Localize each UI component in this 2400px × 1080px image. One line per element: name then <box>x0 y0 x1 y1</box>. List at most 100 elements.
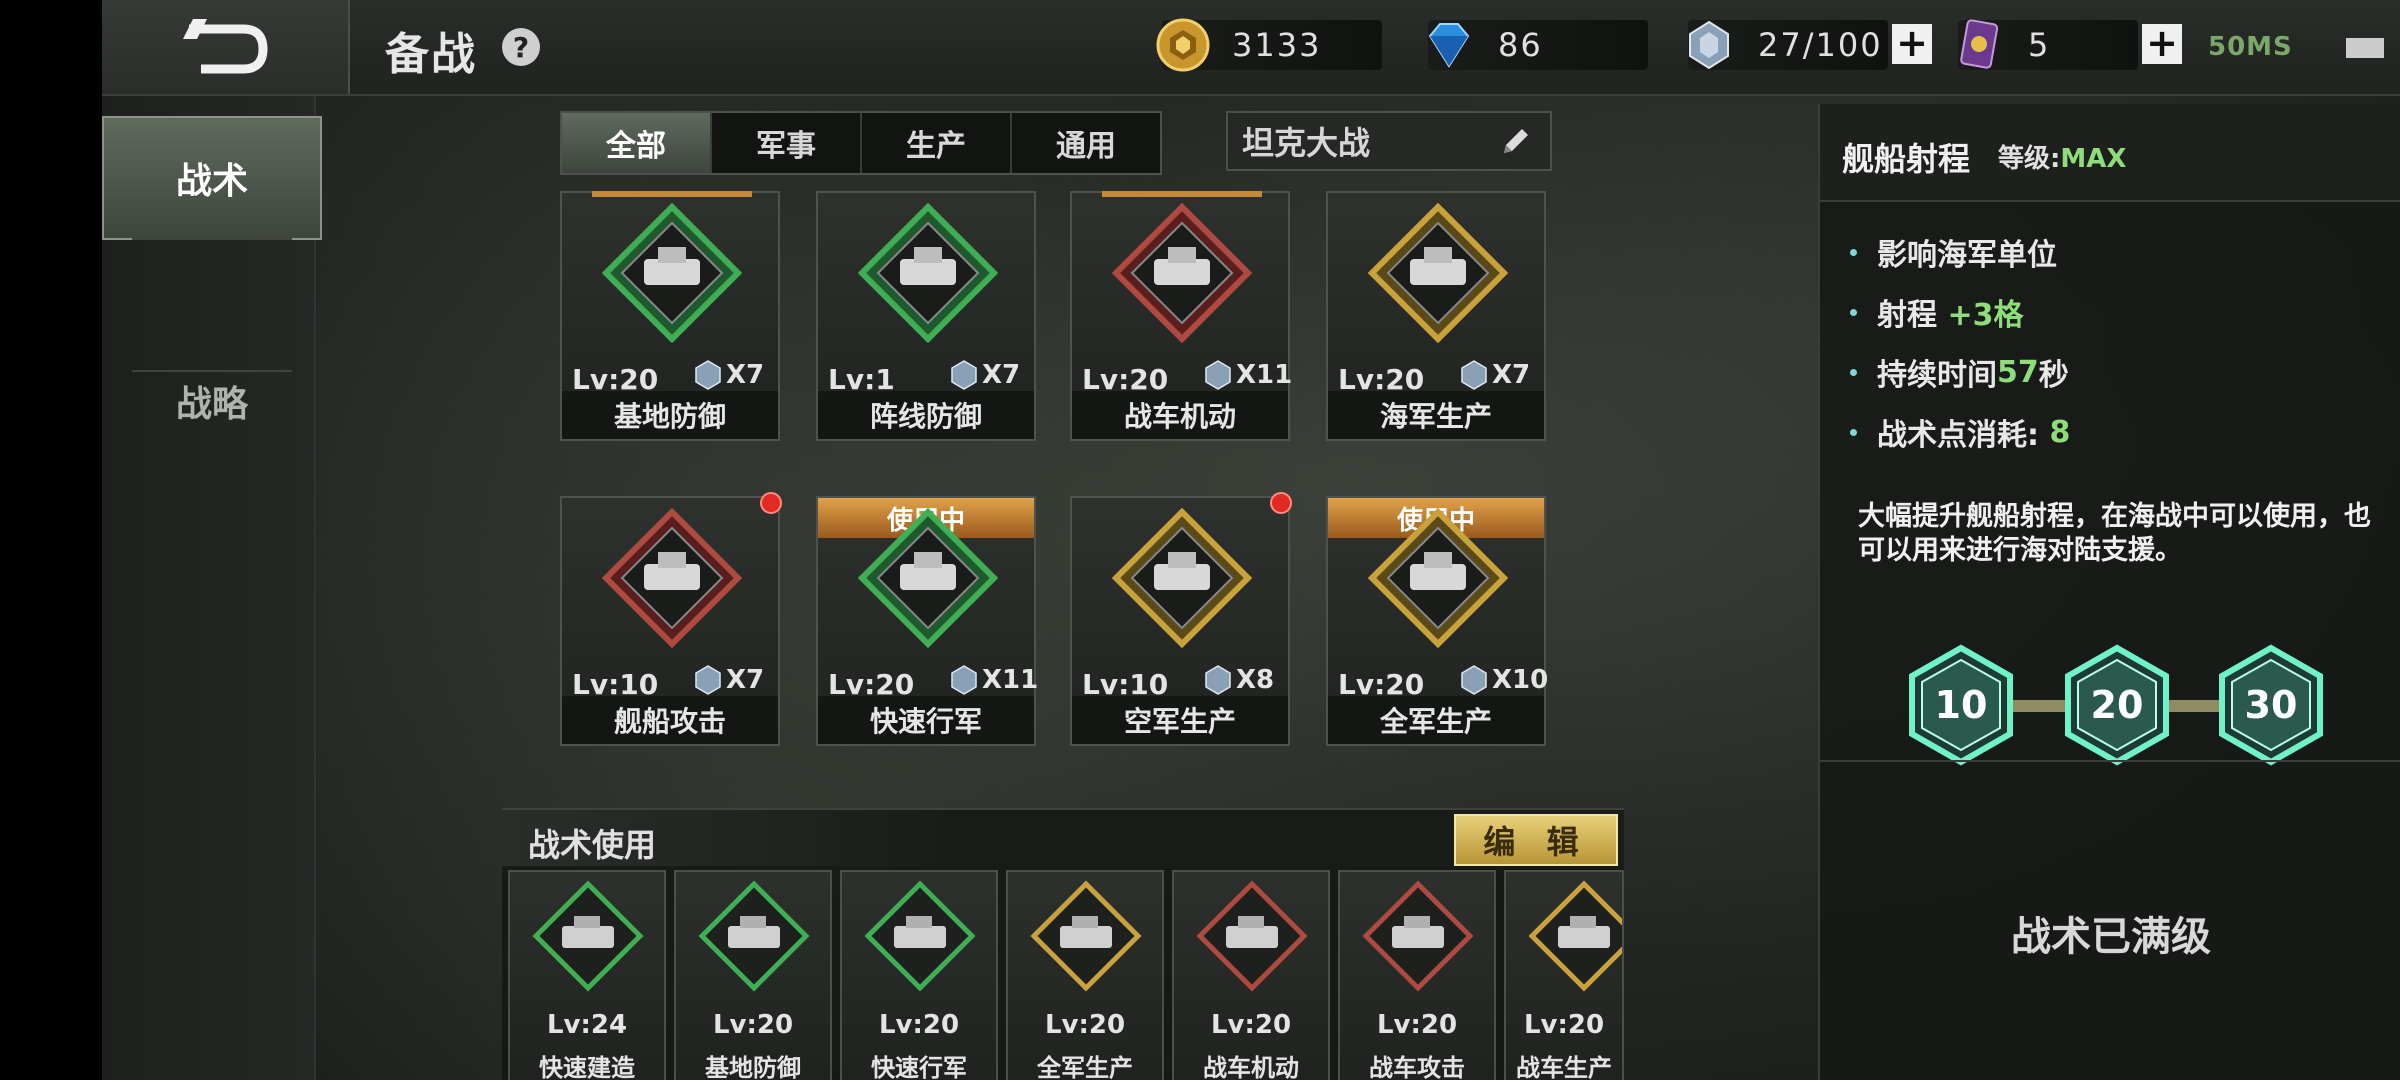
tactic-card[interactable]: Lv:1 X7 阵线防御 <box>816 191 1036 441</box>
pencil-icon[interactable] <box>1498 125 1532 159</box>
tactic-emblem-icon <box>602 203 742 343</box>
preset-name: 坦克大战 <box>1242 124 1371 162</box>
card-ticket-icon <box>1960 19 1999 69</box>
tab-production[interactable]: 生产 <box>862 113 1012 173</box>
gold-coin-icon <box>1156 18 1210 72</box>
tactic-crystal-icon <box>951 360 977 390</box>
card-top-glow <box>592 191 752 197</box>
bullet-dot <box>1850 248 1857 256</box>
tray-slot[interactable]: Lv:20 全军生产 <box>1006 870 1164 1080</box>
card-resource: 5 <box>1958 19 2138 70</box>
tab-all[interactable]: 全部 <box>562 113 712 173</box>
level-node-label: 10 <box>1934 683 1988 727</box>
bullet-dot <box>1850 368 1857 376</box>
tray-slot[interactable]: Lv:20 战车生产 <box>1504 870 1624 1080</box>
card-cost: X7 <box>692 359 764 391</box>
tactic-emblem-icon <box>1196 880 1308 992</box>
tray-slot[interactable]: Lv:20 战车机动 <box>1172 870 1330 1080</box>
nav-strategy[interactable]: 战略 <box>102 341 322 461</box>
card-name: 空军生产 <box>1072 696 1288 744</box>
card-name: 阵线防御 <box>818 391 1034 439</box>
slot-level: Lv:24 <box>546 1010 628 1040</box>
level-node: 30 <box>2210 644 2332 766</box>
add-tactic-point-button[interactable]: + <box>1892 24 1932 64</box>
slot-level: Lv:20 <box>1210 1010 1292 1040</box>
tactic-card[interactable]: Lv:10 X7 舰船攻击 <box>560 496 780 746</box>
edit-button[interactable]: 编 辑 <box>1454 814 1618 866</box>
bullet-text: 射程 <box>1877 298 1937 333</box>
card-name: 基地防御 <box>562 391 778 439</box>
slot-name: 战车生产 <box>1516 1054 1612 1080</box>
card-cost: X7 <box>1458 359 1530 391</box>
tray-slot[interactable]: Lv:20 快速行军 <box>840 870 998 1080</box>
tactic-card[interactable]: Lv:10 X8 空军生产 <box>1070 496 1290 746</box>
tactic-card[interactable]: Lv:20 X7 基地防御 <box>560 191 780 441</box>
detail-header: 舰船射程 等级:MAX <box>1820 104 2400 202</box>
tray-title: 战术使用 <box>528 826 657 864</box>
tray-slot[interactable]: Lv:20 战车攻击 <box>1338 870 1496 1080</box>
level-node-label: 30 <box>2244 683 2298 727</box>
slot-name: 战车攻击 <box>1369 1054 1465 1080</box>
tactic-crystal-icon <box>1461 360 1487 390</box>
tab-general[interactable]: 通用 <box>1012 113 1160 173</box>
nav-tactics[interactable]: 战术 <box>102 116 322 240</box>
tray-slot[interactable]: Lv:24 快速建造 <box>508 870 666 1080</box>
slot-level: Lv:20 <box>1523 1010 1605 1040</box>
page-title: 备战 <box>385 29 477 80</box>
preset-name-field[interactable]: 坦克大战 <box>1226 111 1552 171</box>
nav-divider <box>132 370 292 372</box>
gold-value: 3133 <box>1232 26 1322 64</box>
detail-bullet: 影响海军单位 <box>1850 222 2070 282</box>
card-cost-value: X7 <box>982 360 1021 390</box>
detail-title: 舰船射程 <box>1842 140 1971 178</box>
nav-divider <box>132 238 292 240</box>
tactic-emblem-icon <box>1030 880 1142 992</box>
level-node: 20 <box>2056 644 2178 766</box>
detail-level-label: 等级: <box>1998 144 2061 174</box>
detail-bullets: 影响海军单位 射程 +3格 持续时间 57 秒 战术点消耗: 8 <box>1850 222 2070 462</box>
slot-name: 快速建造 <box>539 1054 635 1080</box>
top-bar: 备战 ? 3133 86 27/100 + 5 + 50MS <box>102 0 2400 96</box>
tactic-crystal-icon <box>695 665 721 695</box>
card-cost: X11 <box>948 664 1038 696</box>
notification-dot <box>760 492 782 514</box>
slot-level: Lv:20 <box>712 1010 794 1040</box>
max-level-status: 战术已满级 <box>2011 914 2211 960</box>
card-name: 舰船攻击 <box>562 696 778 744</box>
slot-level: Lv:20 <box>1376 1010 1458 1040</box>
battery-icon <box>2346 38 2384 58</box>
diamond-icon <box>1428 23 1470 68</box>
slot-name: 基地防御 <box>705 1054 801 1080</box>
diamond-value: 86 <box>1498 26 1543 64</box>
tactic-card[interactable]: 使用中 Lv:20 X11 快速行军 <box>816 496 1038 746</box>
tactic-point-resource: 27/100 <box>1688 20 1888 70</box>
tab-military[interactable]: 军事 <box>712 113 862 173</box>
card-cost: X10 <box>1458 664 1548 696</box>
bullet-text: 影响海军单位 <box>1877 238 2057 273</box>
tactics-in-use-tray: 战术使用 编 辑 Lv:24 快速建造 Lv:20 基地防御 Lv:20 快速行… <box>502 808 1624 1080</box>
tactic-detail-panel: 舰船射程 等级:MAX 影响海军单位 射程 +3格 持续时间 57 秒 战术点消… <box>1818 104 2400 1080</box>
tray-slot[interactable]: Lv:20 基地防御 <box>674 870 832 1080</box>
diamond-resource: 86 <box>1428 20 1648 70</box>
tactic-card[interactable]: 使用中 Lv:20 X10 全军生产 <box>1326 496 1548 746</box>
tactic-card[interactable]: Lv:20 X7 海军生产 <box>1326 191 1546 441</box>
tactic-card[interactable]: Lv:20 X11 战车机动 <box>1070 191 1292 441</box>
tactic-crystal-icon <box>1689 20 1729 70</box>
help-icon[interactable]: ? <box>502 28 540 66</box>
back-button[interactable] <box>102 0 350 94</box>
add-card-button[interactable]: + <box>2142 24 2182 64</box>
slot-level: Lv:20 <box>878 1010 960 1040</box>
card-cost-value: X11 <box>1236 360 1293 390</box>
slot-name: 战车机动 <box>1203 1054 1299 1080</box>
tactic-crystal-icon <box>1205 360 1231 390</box>
slot-name: 全军生产 <box>1037 1054 1133 1080</box>
tactic-crystal-icon <box>1205 665 1231 695</box>
detail-description: 大幅提升舰船射程，在海战中可以使用，也可以用来进行海对陆支援。 <box>1858 501 2371 566</box>
slot-level: Lv:20 <box>1044 1010 1126 1040</box>
cost-value: 8 <box>2049 414 2071 450</box>
tactic-emblem-icon <box>698 880 810 992</box>
card-cost-value: X7 <box>726 665 765 695</box>
card-cost: X11 <box>1202 359 1292 391</box>
card-name: 海军生产 <box>1328 391 1544 439</box>
tactic-emblem-icon <box>1112 203 1252 343</box>
